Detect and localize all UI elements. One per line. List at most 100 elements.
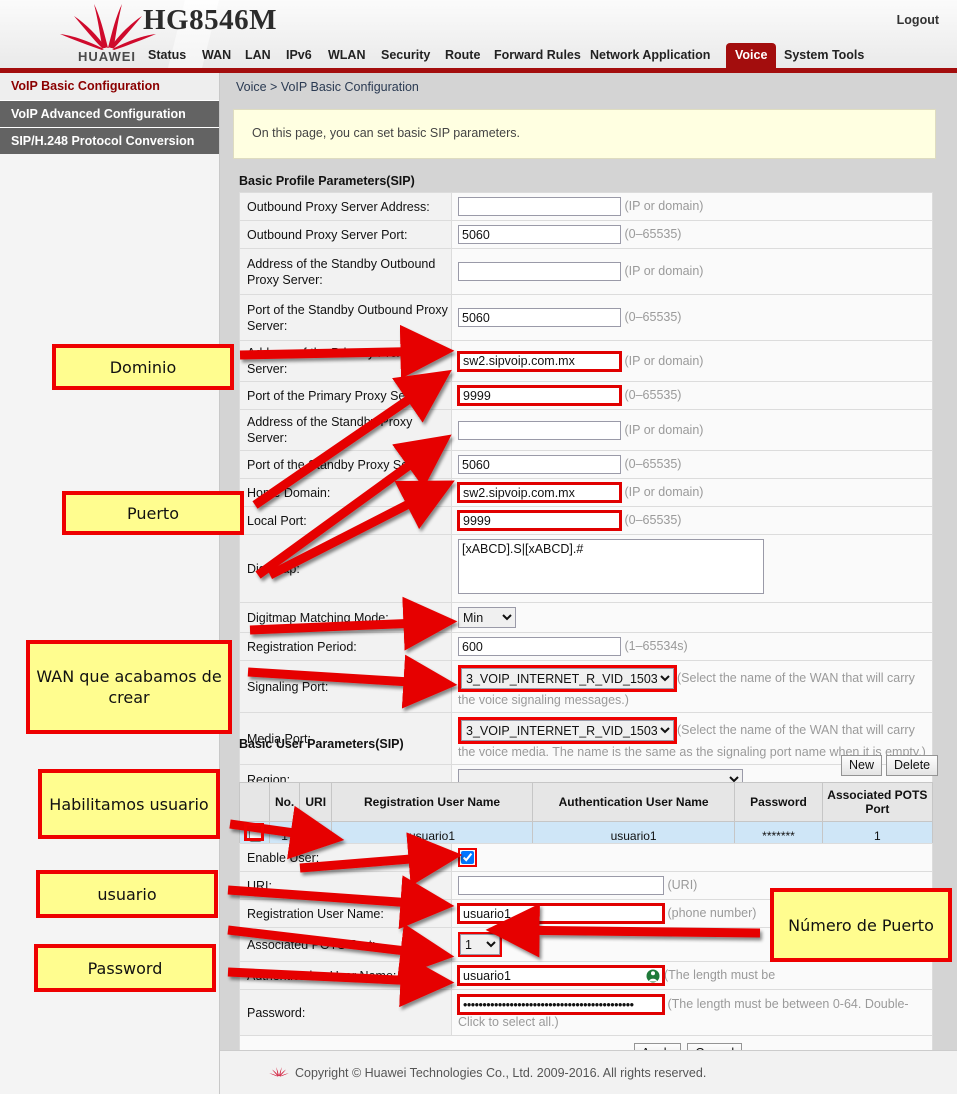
standby-outbound-address-input[interactable] — [458, 262, 621, 281]
nav-item-forward-rules[interactable]: Forward Rules — [494, 43, 581, 68]
hint-authentication-user-name: (The length must be — [664, 967, 776, 982]
media-port-select[interactable]: 3_VOIP_INTERNET_R_VID_1503 — [461, 720, 674, 741]
home-domain-input[interactable] — [457, 482, 622, 503]
label-outbound-proxy-address: Outbound Proxy Server Address: — [239, 192, 452, 221]
cell-digitmap-matching-mode: Min — [451, 602, 933, 633]
hint-home-domain: (IP or domain) — [624, 484, 704, 499]
annotation-dominio: Dominio — [52, 344, 234, 390]
cell-standby-outbound-address: (IP or domain) — [451, 248, 933, 295]
annotation-usuario: usuario — [36, 870, 218, 918]
label-standby-outbound-port: Port of the Standby Outbound Proxy Serve… — [239, 294, 452, 341]
row-outbound-proxy-port: Outbound Proxy Server Port: (0–65535) — [239, 220, 933, 249]
nav-item-wlan[interactable]: WLAN — [328, 43, 366, 68]
router-admin-page: HUAWEI HG8546M Logout Status WAN LAN IPv… — [0, 0, 957, 1094]
associated-pots-port-select[interactable]: 1 — [460, 934, 500, 955]
row-standby-proxy-port: Port of the Standby Proxy Server: (0–655… — [239, 450, 933, 479]
label-home-domain: Home Domain: — [239, 478, 452, 507]
nav-item-system-tools[interactable]: System Tools — [784, 43, 864, 68]
row-standby-outbound-address: Address of the Standby Outbound Proxy Se… — [239, 248, 933, 295]
enable-user-checkbox[interactable] — [461, 851, 474, 864]
label-signaling-port: Signaling Port: — [239, 660, 452, 713]
delete-button[interactable]: Delete — [886, 755, 939, 776]
hint-outbound-proxy-port: (0–65535) — [624, 226, 682, 241]
nav-item-network-application[interactable]: Network Application — [590, 43, 710, 68]
standby-outbound-port-input[interactable] — [458, 308, 621, 327]
hint-primary-proxy-address: (IP or domain) — [624, 353, 704, 368]
cell-enable-user — [451, 843, 933, 872]
registration-period-input[interactable] — [458, 637, 621, 656]
uri-input[interactable] — [458, 876, 664, 895]
primary-proxy-address-input[interactable] — [457, 350, 622, 372]
col-authentication-user-name: Authentication User Name — [531, 782, 736, 822]
new-button-label[interactable]: New — [841, 755, 883, 776]
label-primary-proxy-port: Port of the Primary Proxy Server: — [239, 381, 452, 410]
nav-item-ipv6[interactable]: IPv6 — [286, 43, 312, 68]
annotation-wan: WAN que acabamos de crear — [26, 640, 232, 734]
nav-item-security[interactable]: Security — [381, 43, 430, 68]
info-notice-text: On this page, you can set basic SIP para… — [252, 126, 520, 140]
media-port-highlight: 3_VOIP_INTERNET_R_VID_1503 — [458, 717, 677, 744]
footer-copyright: Copyright © Huawei Technologies Co., Ltd… — [295, 1066, 707, 1080]
label-authentication-user-name: Authentication User Name: — [239, 961, 452, 990]
col-uri: URI — [299, 782, 333, 822]
label-digitmap-matching-mode: Digitmap Matching Mode: — [239, 602, 452, 633]
row-primary-proxy-port: Port of the Primary Proxy Server: (0–655… — [239, 381, 933, 410]
label-standby-outbound-address: Address of the Standby Outbound Proxy Se… — [239, 248, 452, 295]
label-uri: URI: — [239, 871, 452, 900]
user-table-header-row: No. URI Registration User Name Authentic… — [238, 782, 934, 822]
logout-button[interactable]: Logout — [897, 13, 939, 27]
label-standby-proxy-address: Address of the Standby Proxy Server: — [239, 409, 452, 451]
page-footer: Copyright © Huawei Technologies Co., Ltd… — [220, 1050, 957, 1094]
outbound-proxy-address-input[interactable] — [458, 197, 621, 216]
sidebar-item-sip-h248-protocol-conversion[interactable]: SIP/H.248 Protocol Conversion — [0, 127, 219, 154]
digitmap-matching-mode-select[interactable]: Min — [458, 607, 516, 628]
nav-item-lan[interactable]: LAN — [245, 43, 271, 68]
annotation-habilitamos-usuario: Habilitamos usuario — [38, 769, 220, 839]
password-input[interactable] — [457, 994, 665, 1015]
standby-proxy-address-input[interactable] — [458, 420, 621, 440]
outbound-proxy-port-input[interactable] — [458, 225, 621, 244]
nav-item-voice[interactable]: Voice — [726, 43, 777, 68]
primary-proxy-port-input[interactable] — [457, 385, 622, 406]
hint-uri: (URI) — [667, 877, 698, 892]
hint-standby-proxy-port: (0–65535) — [624, 456, 682, 471]
local-port-input[interactable] — [457, 510, 622, 531]
digitmap-textarea[interactable]: [xABCD].S|[xABCD].# — [458, 539, 764, 594]
autofill-person-icon — [646, 969, 660, 983]
row-enable-user: Enable User: — [239, 843, 933, 872]
signaling-port-select[interactable]: 3_VOIP_INTERNET_R_VID_1503 — [461, 668, 674, 689]
row-home-domain: Home Domain: (IP or domain) — [239, 478, 933, 507]
row-digitmap: Digitmap: [xABCD].S|[xABCD].# — [239, 534, 933, 603]
cell-digitmap: [xABCD].S|[xABCD].# — [451, 534, 933, 603]
signaling-port-highlight: 3_VOIP_INTERNET_R_VID_1503 — [458, 665, 677, 692]
new-button[interactable]: New — [841, 755, 883, 776]
label-password: Password: — [239, 989, 452, 1036]
delete-button-label[interactable]: Delete — [886, 755, 939, 776]
label-outbound-proxy-port: Outbound Proxy Server Port: — [239, 220, 452, 249]
cell-registration-period: (1–65534s) — [451, 632, 933, 661]
hint-standby-outbound-port: (0–65535) — [624, 309, 682, 324]
cell-standby-outbound-port: (0–65535) — [451, 294, 933, 341]
col-no: No. — [269, 782, 301, 822]
sidebar-item-voip-advanced-configuration[interactable]: VoIP Advanced Configuration — [0, 100, 219, 127]
cell-local-port: (0–65535) — [451, 506, 933, 535]
nav-item-route[interactable]: Route — [445, 43, 480, 68]
page-title: HG8546M — [143, 4, 277, 36]
user-list-table: No. URI Registration User Name Authentic… — [238, 782, 934, 850]
row-authentication-user-name: Authentication User Name: (The length mu… — [239, 961, 933, 990]
hint-local-port: (0–65535) — [624, 512, 682, 527]
huawei-footer-logo-icon — [269, 1067, 289, 1077]
hint-standby-outbound-address: (IP or domain) — [624, 263, 704, 278]
sidebar-item-voip-basic-configuration[interactable]: VoIP Basic Configuration — [0, 73, 219, 100]
nav-item-wan[interactable]: WAN — [202, 43, 231, 68]
page-header: HUAWEI HG8546M Logout Status WAN LAN IPv… — [0, 0, 957, 78]
basic-profile-table: Outbound Proxy Server Address: (IP or do… — [239, 192, 933, 795]
nav-item-status[interactable]: Status — [148, 43, 186, 68]
row-standby-proxy-address: Address of the Standby Proxy Server: (IP… — [239, 409, 933, 451]
authentication-user-name-input[interactable] — [457, 965, 665, 986]
cell-primary-proxy-port: (0–65535) — [451, 381, 933, 410]
registration-user-name-input[interactable] — [457, 903, 665, 924]
info-notice: On this page, you can set basic SIP para… — [233, 109, 936, 159]
breadcrumb: Voice > VoIP Basic Configuration — [236, 80, 419, 94]
standby-proxy-port-input[interactable] — [458, 455, 621, 474]
